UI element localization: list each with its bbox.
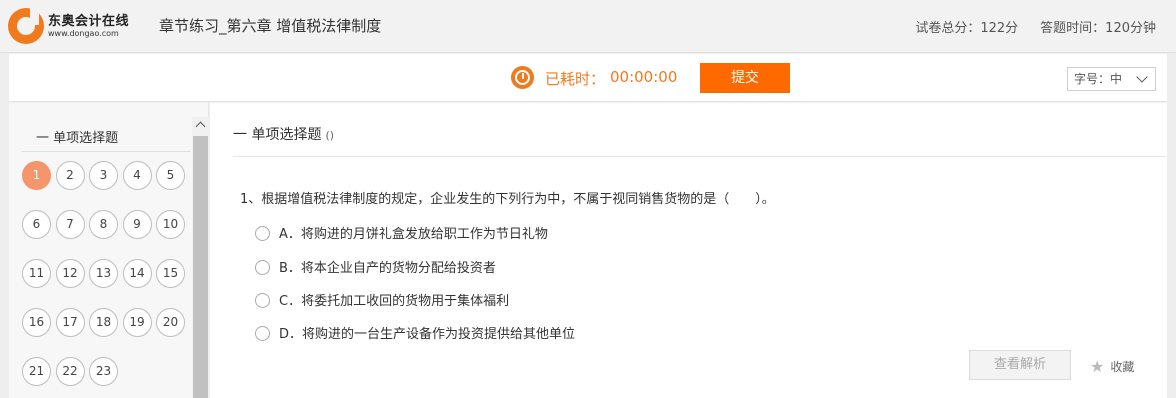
section-title-text: 一 单项选择题 [233, 127, 322, 143]
navigator-section-title: 一 单项选择题 [36, 131, 119, 146]
star-icon: ★ [1090, 357, 1105, 376]
view-analysis-button[interactable]: 查看解析 [969, 350, 1071, 380]
question-number-6[interactable]: 6 [22, 210, 51, 239]
question-number-13[interactable]: 13 [89, 259, 118, 288]
question-number-12[interactable]: 12 [55, 259, 85, 288]
section-title: 一 单项选择题() [233, 124, 334, 144]
divider [233, 156, 1166, 157]
stopwatch-icon [511, 66, 534, 89]
elapsed-time-value: 00:00:00 [610, 68, 678, 86]
answer-time: 答题时间：120分钟 [1040, 21, 1156, 36]
question-number-14[interactable]: 14 [122, 259, 152, 288]
scroll-up-arrow-icon[interactable] [192, 117, 209, 134]
option-label: D．将购进的一台生产设备作为投资提供给其他单位 [279, 327, 576, 342]
scrollbar-thumb[interactable] [193, 136, 208, 398]
option-label: A．将购进的月饼礼盒发放给职工作为节日礼物 [279, 227, 548, 242]
question-number-10[interactable]: 10 [156, 210, 185, 239]
exam-toolbar: 已耗时： 00:00:00 提交 字号：中 [9, 54, 1167, 102]
exam-meta: 试卷总分：122分 答题时间：120分钟 [915, 17, 1156, 36]
section-count: () [325, 129, 335, 142]
logo-text-en: www.dongao.com [48, 29, 119, 38]
favorite-label: 收藏 [1110, 360, 1135, 374]
question-number-5[interactable]: 5 [156, 161, 185, 190]
question-number-15[interactable]: 15 [156, 259, 185, 288]
font-size-select[interactable]: 字号：中 [1067, 67, 1156, 91]
question-number-16[interactable]: 16 [22, 308, 51, 337]
font-size-value: 字号：中 [1074, 72, 1123, 86]
option-d[interactable]: D．将购进的一台生产设备作为投资提供给其他单位 [255, 323, 575, 342]
option-label: C．将委托加工收回的货物用于集体福利 [279, 294, 510, 309]
radio-button[interactable] [255, 293, 270, 308]
question-number-22[interactable]: 22 [55, 357, 85, 386]
submit-button[interactable]: 提交 [700, 63, 790, 93]
question-panel: 一 单项选择题() 1、根据增值税法律制度的规定，企业发生的下列行为中，不属于视… [210, 103, 1167, 398]
question-number-1[interactable]: 1 [22, 161, 51, 190]
question-number-8[interactable]: 8 [89, 210, 118, 239]
question-number-18[interactable]: 18 [89, 308, 118, 337]
question-number-19[interactable]: 19 [122, 308, 152, 337]
dongao-logo-icon [8, 8, 44, 44]
question-text: 1、根据增值税法律制度的规定，企业发生的下列行为中，不属于视同销售货物的是（ ）… [240, 192, 775, 207]
question-number-20[interactable]: 20 [156, 308, 185, 337]
option-b[interactable]: B．将本企业自产的货物分配给投资者 [255, 257, 496, 276]
logo-text-cn: 东奥会计在线 [48, 14, 130, 29]
page-title: 章节练习_第六章 增值税法律制度 [159, 17, 382, 35]
option-a[interactable]: A．将购进的月饼礼盒发放给职工作为节日礼物 [255, 223, 548, 242]
radio-button[interactable] [255, 260, 270, 275]
top-header: 东奥会计在线 www.dongao.com 章节练习_第六章 增值税法律制度 试… [0, 0, 1176, 53]
chevron-down-icon [1136, 71, 1148, 83]
option-c[interactable]: C．将委托加工收回的货物用于集体福利 [255, 290, 509, 309]
question-number-17[interactable]: 17 [55, 308, 85, 337]
total-score: 试卷总分：122分 [915, 21, 1019, 36]
radio-button[interactable] [255, 226, 270, 241]
question-number-2[interactable]: 2 [55, 161, 85, 190]
dongao-logo[interactable]: 东奥会计在线 www.dongao.com [8, 8, 138, 44]
question-number-21[interactable]: 21 [22, 357, 51, 386]
favorite-button[interactable]: ★ 收藏 [1090, 357, 1134, 376]
elapsed-time-label: 已耗时： [545, 70, 606, 88]
question-number-11[interactable]: 11 [22, 259, 51, 288]
question-number-4[interactable]: 4 [122, 161, 152, 190]
question-number-9[interactable]: 9 [122, 210, 152, 239]
question-number-7[interactable]: 7 [55, 210, 85, 239]
question-number-3[interactable]: 3 [89, 161, 118, 190]
question-navigator: 一 单项选择题 1 2 3 4 5 6 7 8 9 10 11 12 13 14 15 16 17 18 19 20 2… [9, 103, 209, 398]
radio-button[interactable] [255, 326, 270, 341]
divider [21, 151, 191, 152]
question-number-23[interactable]: 23 [89, 357, 118, 386]
option-label: B．将本企业自产的货物分配给投资者 [279, 261, 496, 276]
